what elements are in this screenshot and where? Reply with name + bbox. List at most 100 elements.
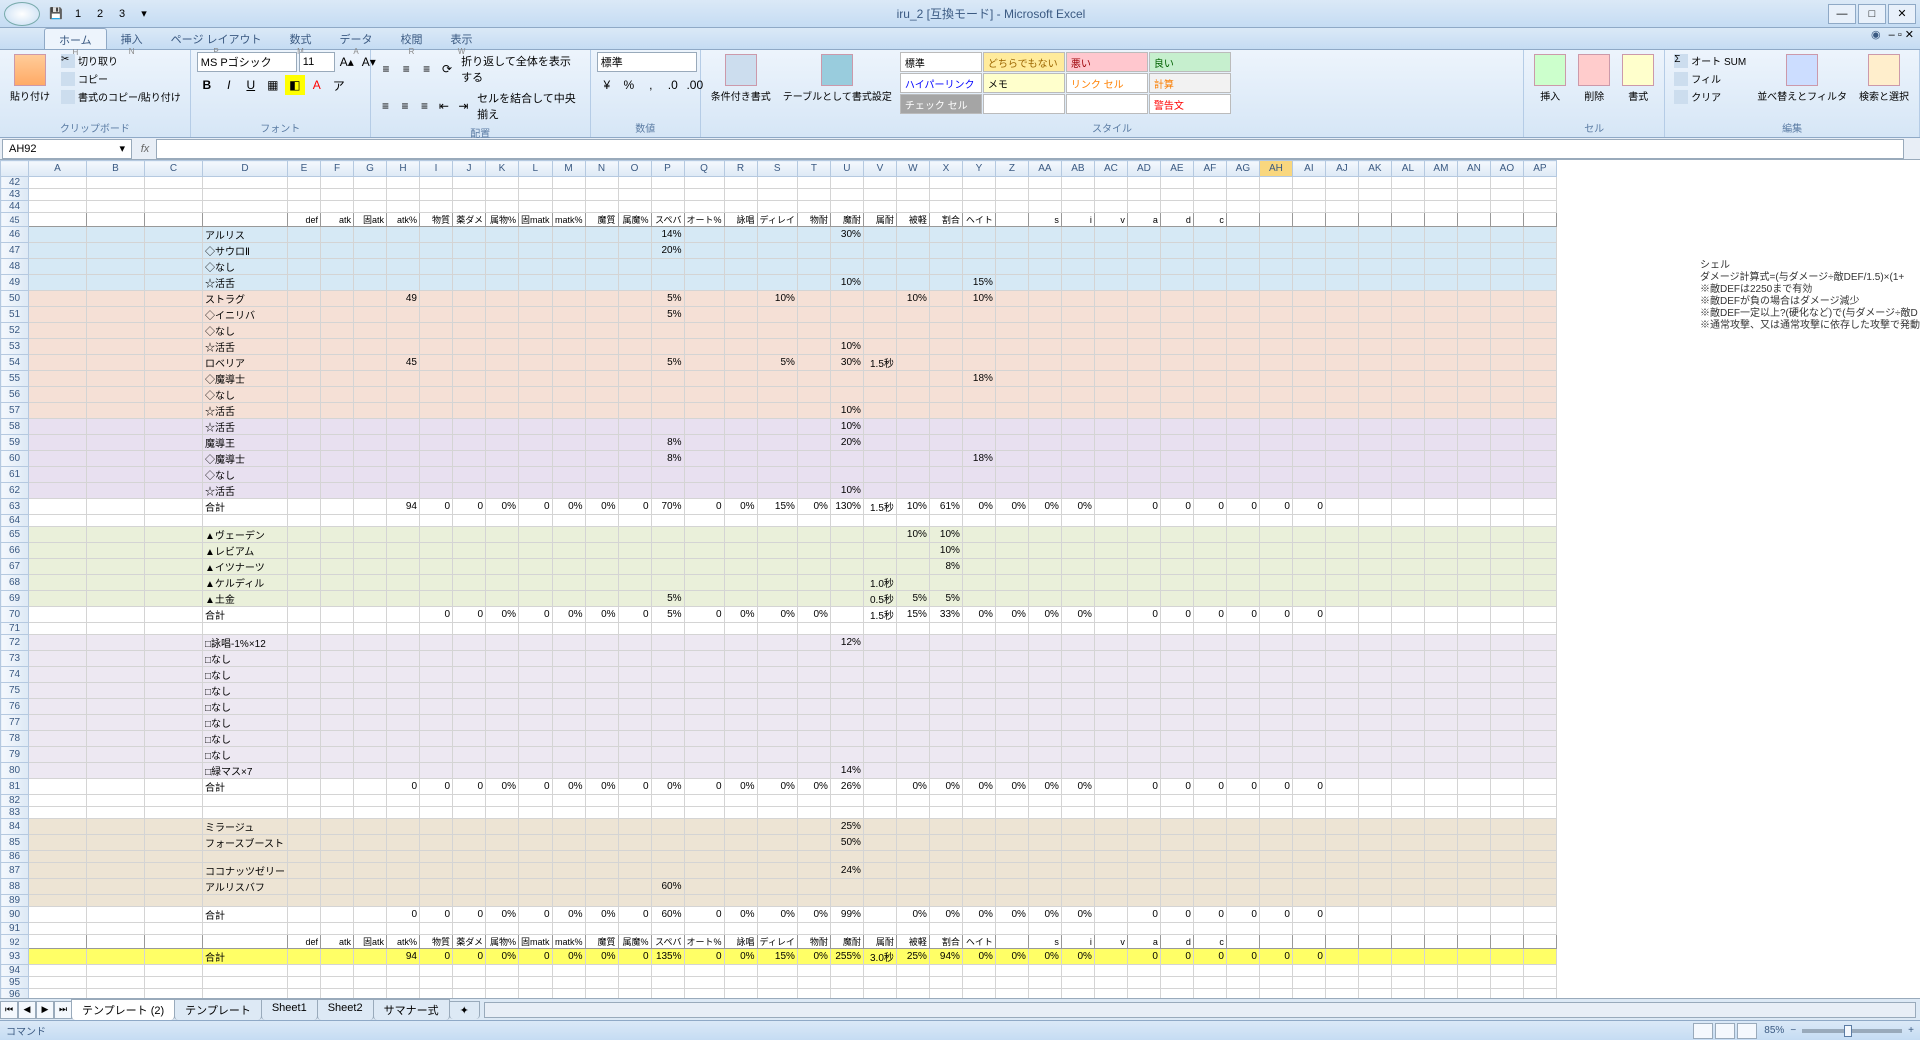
- cell[interactable]: [1160, 879, 1193, 895]
- cell[interactable]: [757, 835, 797, 851]
- cell[interactable]: [1325, 623, 1358, 635]
- cell[interactable]: [321, 879, 354, 895]
- cell[interactable]: [321, 527, 354, 543]
- cell[interactable]: [896, 189, 929, 201]
- cell[interactable]: [1259, 807, 1292, 819]
- cell[interactable]: [585, 965, 618, 977]
- cell[interactable]: [453, 275, 486, 291]
- cell[interactable]: [87, 763, 145, 779]
- cell[interactable]: [1490, 591, 1523, 607]
- cell[interactable]: 0: [1259, 779, 1292, 795]
- cell[interactable]: [797, 851, 830, 863]
- cell[interactable]: [757, 819, 797, 835]
- cell[interactable]: [1490, 307, 1523, 323]
- cell[interactable]: [1193, 323, 1226, 339]
- cell[interactable]: [1226, 835, 1259, 851]
- col-header[interactable]: AL: [1391, 161, 1424, 177]
- col-header[interactable]: S: [757, 161, 797, 177]
- style-cell[interactable]: 標準: [900, 52, 982, 72]
- row-header[interactable]: 42: [1, 177, 29, 189]
- cell[interactable]: ディレイ: [757, 213, 797, 227]
- cell[interactable]: [1391, 483, 1424, 499]
- cell[interactable]: [684, 483, 724, 499]
- cell[interactable]: [453, 483, 486, 499]
- cell[interactable]: [830, 879, 863, 895]
- cell[interactable]: [1127, 339, 1160, 355]
- cell[interactable]: [453, 323, 486, 339]
- cell[interactable]: [1292, 651, 1325, 667]
- cell[interactable]: [1490, 243, 1523, 259]
- cell[interactable]: [1424, 879, 1457, 895]
- cell[interactable]: [1391, 989, 1424, 999]
- cell[interactable]: [453, 177, 486, 189]
- cell[interactable]: [1457, 243, 1490, 259]
- cell[interactable]: 0%: [797, 907, 830, 923]
- cell[interactable]: [1193, 667, 1226, 683]
- cell[interactable]: [1259, 213, 1292, 227]
- row-header[interactable]: 91: [1, 923, 29, 935]
- cell[interactable]: [797, 835, 830, 851]
- cell[interactable]: [1259, 591, 1292, 607]
- cell[interactable]: [354, 403, 387, 419]
- cell[interactable]: [453, 977, 486, 989]
- cell[interactable]: [1259, 895, 1292, 907]
- cell[interactable]: [1358, 575, 1391, 591]
- cell[interactable]: [618, 307, 651, 323]
- cell[interactable]: [1094, 323, 1127, 339]
- cell[interactable]: [145, 795, 203, 807]
- cell[interactable]: 魔質: [585, 213, 618, 227]
- style-cell[interactable]: 良い: [1149, 52, 1231, 72]
- cell[interactable]: [684, 863, 724, 879]
- cell[interactable]: [1259, 559, 1292, 575]
- cell[interactable]: [354, 863, 387, 879]
- cell[interactable]: [1523, 863, 1556, 879]
- cell[interactable]: [1523, 851, 1556, 863]
- cell[interactable]: [651, 177, 684, 189]
- cell[interactable]: [1523, 715, 1556, 731]
- row-header[interactable]: 94: [1, 965, 29, 977]
- cell[interactable]: [1127, 259, 1160, 275]
- cell[interactable]: [321, 575, 354, 591]
- cell[interactable]: 8%: [651, 451, 684, 467]
- cell[interactable]: [1325, 763, 1358, 779]
- cell[interactable]: [519, 635, 553, 651]
- cell[interactable]: [29, 527, 87, 543]
- row-header[interactable]: 59: [1, 435, 29, 451]
- cell[interactable]: [962, 835, 995, 851]
- cell[interactable]: [1292, 559, 1325, 575]
- cell[interactable]: [1127, 575, 1160, 591]
- cell[interactable]: 135%: [651, 949, 684, 965]
- cell[interactable]: [387, 243, 420, 259]
- cell[interactable]: [1292, 307, 1325, 323]
- cell[interactable]: [1127, 527, 1160, 543]
- cell[interactable]: [486, 699, 519, 715]
- cell[interactable]: [87, 907, 145, 923]
- cell[interactable]: [1127, 895, 1160, 907]
- cell[interactable]: [757, 923, 797, 935]
- cell[interactable]: 0%: [552, 607, 585, 623]
- cell[interactable]: [29, 635, 87, 651]
- cell[interactable]: [321, 291, 354, 307]
- cell[interactable]: [757, 635, 797, 651]
- cell[interactable]: [145, 499, 203, 515]
- cell[interactable]: [29, 819, 87, 835]
- cell[interactable]: [29, 419, 87, 435]
- cell[interactable]: [1028, 879, 1061, 895]
- cell[interactable]: [29, 779, 87, 795]
- cell[interactable]: [618, 989, 651, 999]
- cell[interactable]: [29, 879, 87, 895]
- cell[interactable]: [684, 227, 724, 243]
- cell[interactable]: [929, 403, 962, 419]
- cell[interactable]: [896, 403, 929, 419]
- cell[interactable]: 10%: [896, 527, 929, 543]
- cell[interactable]: [1061, 863, 1094, 879]
- col-header[interactable]: AB: [1061, 161, 1094, 177]
- cell[interactable]: [453, 435, 486, 451]
- cell[interactable]: [1424, 543, 1457, 559]
- cell[interactable]: [929, 243, 962, 259]
- cell[interactable]: [1226, 387, 1259, 403]
- cell[interactable]: [1391, 763, 1424, 779]
- cell[interactable]: [1028, 275, 1061, 291]
- cell[interactable]: [486, 275, 519, 291]
- cell[interactable]: 0%: [552, 949, 585, 965]
